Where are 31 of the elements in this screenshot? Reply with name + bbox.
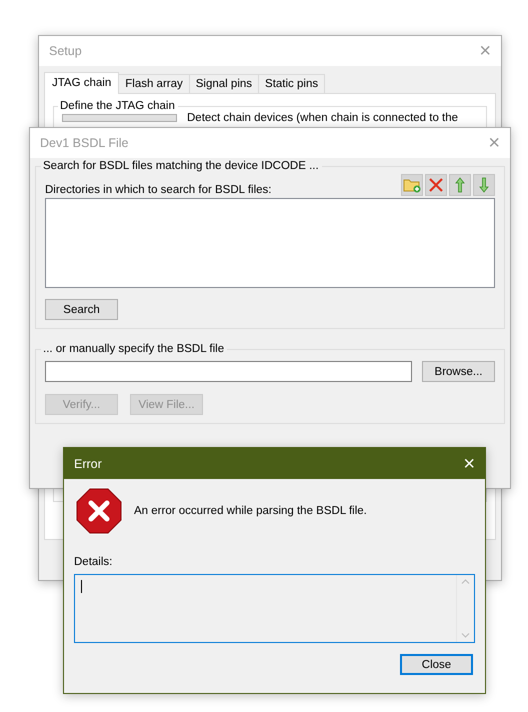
file-path-field[interactable]: [45, 361, 412, 382]
scroll-up-icon[interactable]: [461, 579, 470, 584]
toolbar-button[interactable]: [401, 174, 423, 196]
arrow-down-icon: [479, 177, 489, 193]
directory-list[interactable]: [45, 198, 495, 288]
tab[interactable]: Static pins: [258, 74, 326, 94]
group-title: ... or manually specify the BSDL file: [42, 343, 226, 355]
arrow-up-icon: [455, 177, 465, 193]
close-button[interactable]: ×: [463, 454, 475, 474]
error-message: An error occurred while parsing the BSDL file.: [134, 505, 367, 517]
search-button[interactable]: Search: [45, 299, 118, 320]
scroll-down-icon[interactable]: [461, 633, 470, 638]
window-title: Error: [74, 456, 102, 470]
toolbar-button[interactable]: [449, 174, 471, 196]
group-title: Search for BSDL files matching the device IDCODE ...: [42, 160, 320, 172]
toolbar-button[interactable]: [473, 174, 495, 196]
tab[interactable]: JTAG chain: [44, 72, 120, 94]
details-field[interactable]: [74, 574, 475, 643]
folder-add-icon: [403, 177, 421, 193]
close-dialog-button[interactable]: Close: [400, 654, 473, 675]
directories-label: Directories in which to search for BSDL files:: [45, 184, 272, 196]
error-icon: [76, 488, 122, 534]
window-title: Setup: [49, 44, 82, 58]
delete-icon: [428, 177, 444, 193]
details-label: Details:: [74, 556, 112, 568]
browse-button[interactable]: Browse...: [422, 361, 495, 382]
group-title: Define the JTAG chain: [59, 100, 176, 112]
detect-text: Detect chain devices (when chain is connected to the: [187, 112, 458, 124]
detect-button[interactable]: [62, 114, 177, 122]
window-title: Dev1 BSDL File: [40, 136, 128, 150]
toolbar-button[interactable]: [425, 174, 447, 196]
